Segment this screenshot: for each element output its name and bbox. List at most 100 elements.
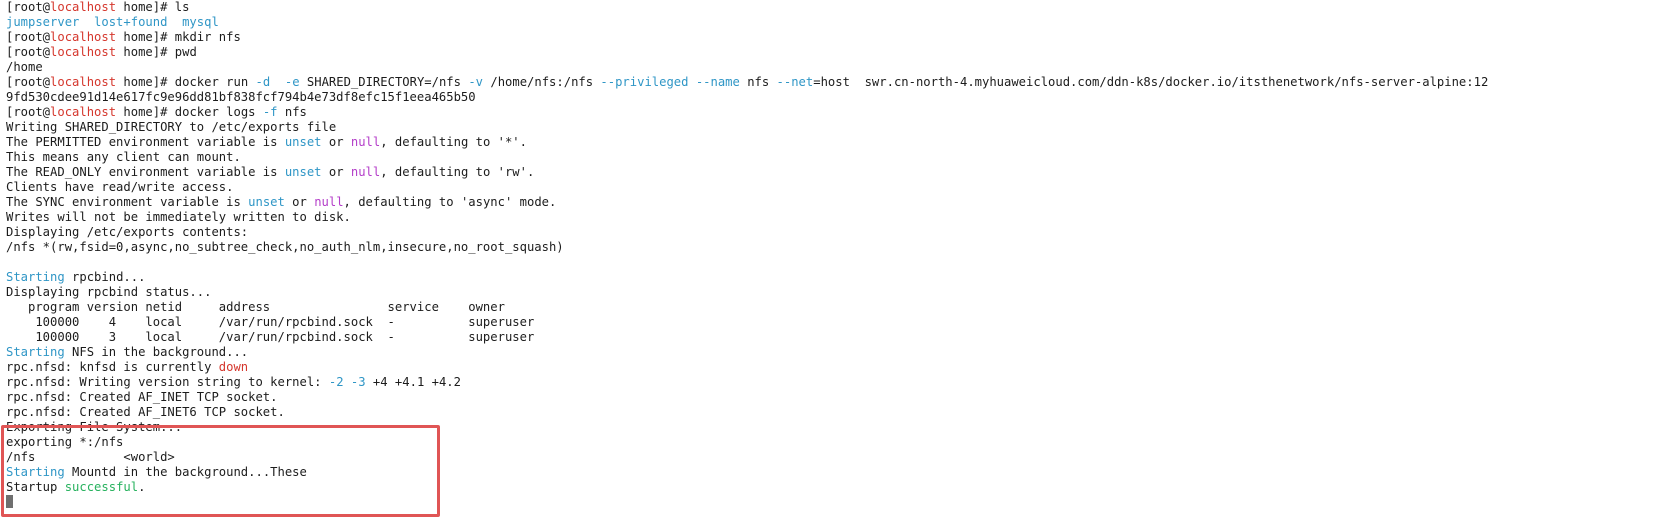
terminal-line: The SYNC environment variable is unset o…: [6, 195, 1670, 210]
terminal-line: Startup successful.: [6, 480, 1670, 495]
terminal-line: [6, 495, 1670, 510]
terminal-line: 100000 4 local /var/run/rpcbind.sock - s…: [6, 315, 1670, 330]
terminal-text-segment: Writes will not be immediately written t…: [6, 210, 351, 224]
terminal-output[interactable]: [root@localhost home]# ls jumpserver lost…: [6, 0, 1670, 510]
terminal-text-segment: The PERMITTED environment variable is: [6, 135, 285, 149]
terminal-text-segment: [root@: [6, 105, 51, 119]
terminal-line: 100000 3 local /var/run/rpcbind.sock - s…: [6, 330, 1670, 345]
terminal-text-segment: unset: [284, 165, 322, 179]
terminal-line: Starting rpcbind...: [6, 270, 1670, 285]
terminal-text-segment: null: [350, 165, 381, 179]
terminal-line: Exporting File System...: [6, 420, 1670, 435]
terminal-text-segment: successful: [64, 480, 139, 494]
terminal-line: rpc.nfsd: knfsd is currently down: [6, 360, 1670, 375]
terminal-text-segment: [root@: [6, 0, 51, 14]
terminal-text-segment: --privileged: [600, 75, 689, 89]
terminal-line: [root@localhost home]# ls: [6, 0, 1670, 15]
terminal-text-segment: localhost: [50, 75, 117, 89]
terminal-text-segment: down: [218, 360, 249, 374]
terminal-line: program version netid address service ow…: [6, 300, 1670, 315]
terminal-text-segment: , defaulting to 'async' mode.: [343, 195, 557, 209]
terminal-text-segment: home]# mkdir nfs: [116, 30, 241, 44]
terminal-text-segment: [root@: [6, 75, 51, 89]
terminal-text-segment: program version netid address service ow…: [6, 300, 505, 314]
terminal-text-segment: 100000 3 local /var/run/rpcbind.sock - s…: [6, 330, 535, 344]
terminal-line: [root@localhost home]# docker run -d -e …: [6, 75, 1670, 90]
terminal-line: The PERMITTED environment variable is un…: [6, 135, 1670, 150]
terminal-text-segment: The SYNC environment variable is: [6, 195, 249, 209]
terminal-text-segment: .: [138, 480, 146, 494]
terminal-text-segment: NFS in the background...: [64, 345, 249, 359]
terminal-text-segment: nfs: [277, 105, 307, 119]
terminal-text-segment: home]# docker logs: [116, 105, 263, 119]
terminal-line: Displaying rpcbind status...: [6, 285, 1670, 300]
terminal-text-segment: localhost: [50, 45, 117, 59]
terminal-text-segment: The READ_ONLY environment variable is: [6, 165, 285, 179]
terminal-text-segment: Starting: [6, 345, 65, 359]
terminal-line: Writing SHARED_DIRECTORY to /etc/exports…: [6, 120, 1670, 135]
terminal-text-segment: or: [284, 195, 315, 209]
terminal-line: exporting *:/nfs: [6, 435, 1670, 450]
terminal-text-segment: This means any client can mount.: [6, 150, 241, 164]
terminal-text-segment: Writing SHARED_DIRECTORY to /etc/exports…: [6, 120, 337, 134]
terminal-line: Starting Mountd in the background...Thes…: [6, 465, 1670, 480]
terminal-text-segment: --net: [776, 75, 814, 89]
terminal-text-segment: home]# ls: [116, 0, 190, 14]
terminal-text-segment: rpc.nfsd: Created AF_INET TCP socket.: [6, 390, 278, 404]
terminal-text-segment: 9fd530cdee91d14e617fc9e96dd81bf838fcf794…: [6, 90, 476, 104]
terminal-text-segment: -f: [262, 105, 278, 119]
terminal-text-segment: [root@: [6, 45, 51, 59]
terminal-text-segment: unset: [248, 195, 285, 209]
terminal-text-segment: -e: [284, 75, 300, 89]
terminal-line: rpc.nfsd: Created AF_INET TCP socket.: [6, 390, 1670, 405]
terminal-line: Writes will not be immediately written t…: [6, 210, 1670, 225]
terminal-text-segment: -3: [350, 375, 366, 389]
terminal-text-segment: or: [321, 165, 351, 179]
terminal-text-segment: home]# pwd: [116, 45, 197, 59]
terminal-text-segment: SHARED_DIRECTORY=/nfs: [299, 75, 469, 89]
terminal-text-segment: Startup: [6, 480, 65, 494]
terminal-line: /nfs <world>: [6, 450, 1670, 465]
terminal-line: /home: [6, 60, 1670, 75]
terminal-line: rpc.nfsd: Writing version string to kern…: [6, 375, 1670, 390]
terminal-line: Displaying /etc/exports contents:: [6, 225, 1670, 240]
terminal-text-segment: Clients have read/write access.: [6, 180, 234, 194]
terminal-text-segment: Displaying rpcbind status...: [6, 285, 212, 299]
text-cursor: [6, 495, 13, 508]
terminal-text-segment: rpcbind...: [64, 270, 146, 284]
terminal-line: This means any client can mount.: [6, 150, 1670, 165]
terminal-text-segment: localhost: [50, 0, 117, 14]
terminal-text-segment: jumpserver lost+found mysql: [6, 15, 219, 29]
terminal-text-segment: /nfs <world>: [6, 450, 175, 464]
terminal-text-segment: exporting *:/nfs: [6, 435, 124, 449]
terminal-text-segment: --name: [695, 75, 740, 89]
terminal-text-segment: rpc.nfsd: knfsd is currently: [6, 360, 219, 374]
terminal-line: [root@localhost home]# docker logs -f nf…: [6, 105, 1670, 120]
terminal-line: Starting NFS in the background...: [6, 345, 1670, 360]
terminal-line: 9fd530cdee91d14e617fc9e96dd81bf838fcf794…: [6, 90, 1670, 105]
terminal-text-segment: , defaulting to '*'.: [380, 135, 527, 149]
terminal-line: rpc.nfsd: Created AF_INET6 TCP socket.: [6, 405, 1670, 420]
terminal-text-segment: rpc.nfsd: Writing version string to kern…: [6, 375, 329, 389]
terminal-text-segment: /home/nfs:/nfs: [483, 75, 601, 89]
terminal-text-segment: [root@: [6, 30, 51, 44]
terminal-text-segment: Exporting File System...: [6, 420, 183, 434]
terminal-text-segment: Starting: [6, 465, 65, 479]
terminal-text-segment: unset: [284, 135, 322, 149]
terminal-text-segment: null: [350, 135, 381, 149]
terminal-text-segment: Mountd in the background...These: [64, 465, 307, 479]
terminal-line: The READ_ONLY environment variable is un…: [6, 165, 1670, 180]
terminal-text-segment: home]# docker run: [116, 75, 256, 89]
terminal-text-segment: localhost: [50, 105, 117, 119]
terminal-line: [root@localhost home]# mkdir nfs: [6, 30, 1670, 45]
terminal-line: Clients have read/write access.: [6, 180, 1670, 195]
terminal-text-segment: , defaulting to 'rw'.: [380, 165, 535, 179]
terminal-text-segment: +4 +4.1 +4.2: [365, 375, 461, 389]
terminal-text-segment: rpc.nfsd: Created AF_INET6 TCP socket.: [6, 405, 285, 419]
terminal-line: jumpserver lost+found mysql: [6, 15, 1670, 30]
terminal-text-segment: Starting: [6, 270, 65, 284]
terminal-text-segment: localhost: [50, 30, 117, 44]
